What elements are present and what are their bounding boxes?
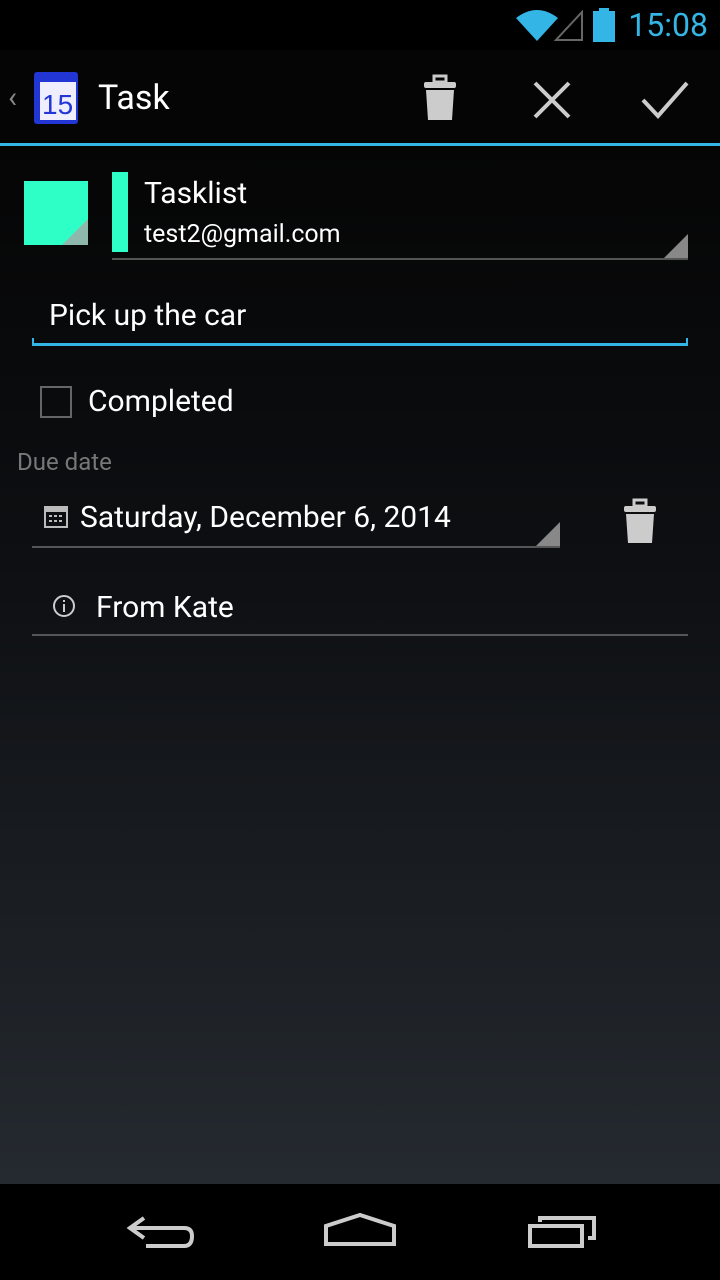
list-color-bar (112, 172, 128, 252)
battery-icon (593, 8, 615, 42)
done-icon[interactable] (640, 80, 690, 120)
info-icon (53, 595, 75, 617)
signal-icon (554, 10, 583, 41)
navigation-bar (0, 1184, 720, 1280)
note-input[interactable]: From Kate (32, 582, 688, 636)
up-button[interactable]: ‹ 15 Task (6, 70, 176, 130)
spinner-underline (112, 258, 688, 260)
note-value: From Kate (96, 590, 234, 625)
spinner-arrow-icon (536, 522, 560, 546)
due-date-spinner[interactable]: Saturday, December 6, 2014 (32, 492, 560, 548)
back-icon[interactable] (124, 1214, 196, 1250)
due-date-value: Saturday, December 6, 2014 (80, 500, 451, 535)
discard-icon[interactable] (532, 80, 572, 120)
page-title: Task (98, 78, 170, 118)
tasklist-spinner[interactable]: Tasklist test2@gmail.com (112, 172, 688, 260)
spinner-arrow-icon (664, 234, 688, 258)
completed-checkbox[interactable]: Completed (40, 384, 340, 424)
action-bar: ‹ 15 Task (0, 50, 720, 144)
wifi-icon (516, 10, 558, 41)
completed-label: Completed (88, 384, 234, 419)
calendar-icon (44, 506, 68, 528)
status-bar: 15:08 (0, 0, 720, 50)
title-underline (32, 343, 688, 346)
recent-apps-icon[interactable] (526, 1214, 598, 1250)
title-input[interactable]: Pick up the car (32, 292, 688, 346)
checkbox-box[interactable] (40, 386, 72, 418)
clock: 15:08 (628, 6, 708, 44)
due-date-label: Due date (17, 448, 112, 476)
task-editor: Tasklist test2@gmail.com Pick up the car… (0, 146, 720, 1184)
tasklist-name: Tasklist (144, 176, 248, 211)
clear-due-date-icon[interactable] (622, 498, 658, 544)
svg-text:15: 15 (42, 89, 73, 120)
title-value: Pick up the car (49, 298, 247, 333)
delete-icon[interactable] (420, 74, 460, 122)
back-chevron-icon: ‹ (8, 80, 18, 115)
tasklist-account: test2@gmail.com (144, 220, 341, 249)
home-icon[interactable] (322, 1212, 398, 1248)
app-calendar-icon: 15 (34, 72, 78, 124)
list-color-swatch[interactable] (24, 181, 88, 245)
